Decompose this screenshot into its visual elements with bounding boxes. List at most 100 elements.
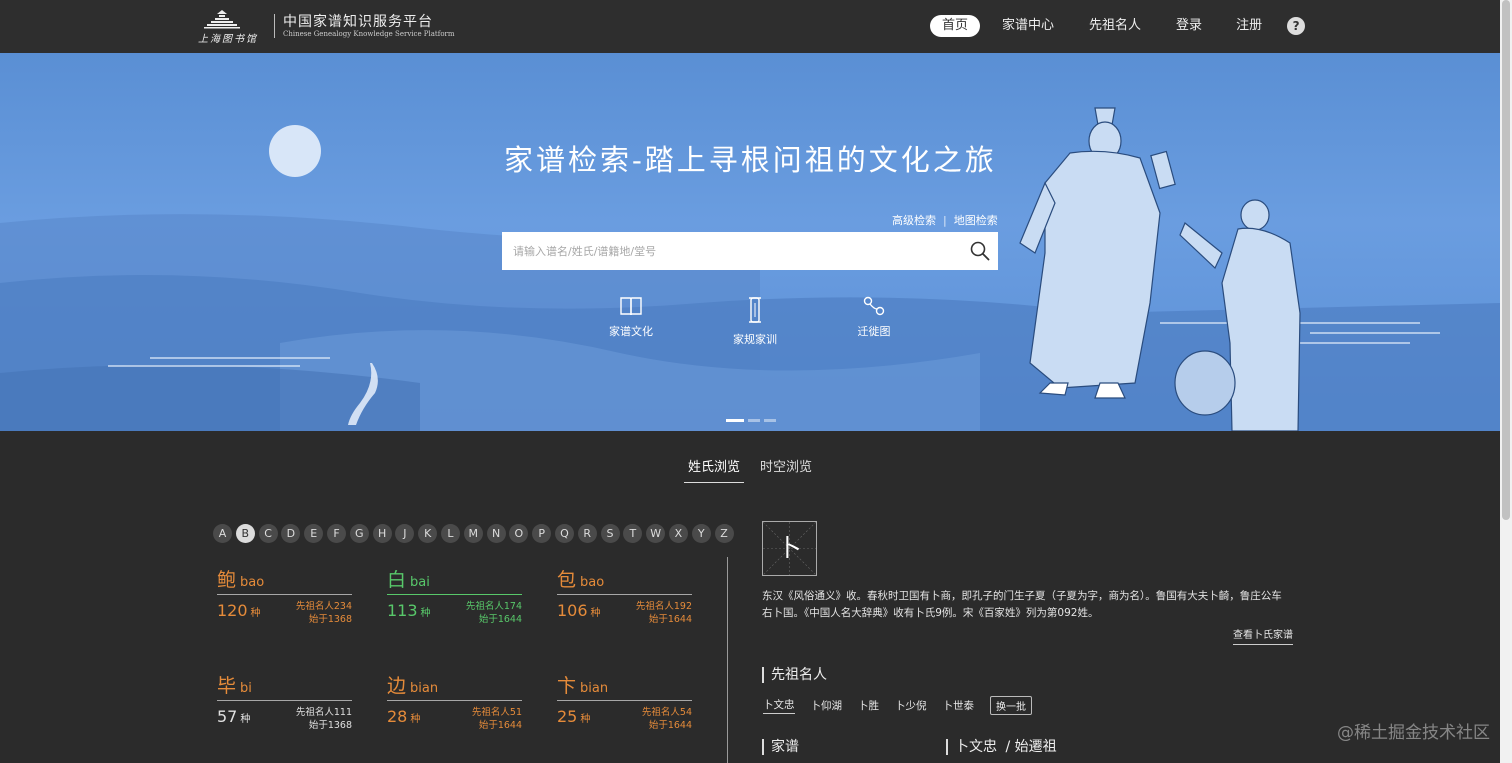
book-icon	[620, 297, 642, 316]
card-header: 毕 bi	[217, 673, 352, 701]
count-unit: 种	[420, 608, 431, 619]
surname-pinyin: bian	[410, 681, 439, 696]
letter-filter-y[interactable]: Y	[691, 524, 711, 543]
carousel-dot[interactable]	[764, 419, 776, 422]
ancestor-link[interactable]: 卜文忠	[763, 697, 795, 714]
count-unit: 种	[590, 608, 601, 619]
surname-char: 包	[557, 569, 577, 591]
surname-card-bian-2[interactable]: 卞 bian 25 种 先祖名人54 始于1644	[557, 673, 692, 735]
letter-filter-r[interactable]: R	[577, 524, 597, 543]
view-genealogy-link[interactable]: 查看卜氏家谱	[1233, 626, 1293, 645]
letter-filter-m[interactable]: M	[463, 524, 483, 543]
quick-link-label: 家谱文化	[609, 325, 653, 338]
carousel-dot[interactable]	[748, 419, 760, 422]
card-header: 边 bian	[387, 673, 522, 701]
surname-glyph: 卜	[777, 534, 802, 562]
scrollbar-thumb[interactable]	[1502, 0, 1510, 520]
letter-filter-e[interactable]: E	[304, 524, 324, 543]
link-separator: |	[943, 214, 947, 227]
surname-card-bi[interactable]: 毕 bi 57 种 先祖名人111 始于1368	[217, 673, 352, 735]
search-icon[interactable]	[970, 241, 990, 261]
surname-pinyin: bao	[580, 575, 605, 590]
letter-filter-n[interactable]: N	[486, 524, 506, 543]
map-search-link[interactable]: 地图检索	[954, 214, 998, 227]
letter-filter-d[interactable]: D	[281, 524, 301, 543]
surname-card-bai[interactable]: 白 bai 113 种 先祖名人174 始于1644	[387, 567, 522, 629]
tab-surname-browse[interactable]: 姓氏浏览	[684, 456, 745, 483]
surname-char: 毕	[217, 675, 237, 697]
ancestor-link[interactable]: 卜仰湖	[811, 698, 843, 713]
since-year: 始于1644	[478, 614, 522, 625]
since-year: 始于1644	[478, 720, 522, 731]
search-links: 高级检索 | 地图检索	[892, 212, 998, 228]
hero-banner: 家谱检索-踏上寻根问祖的文化之旅 高级检索|地图检索 家谱文化 家规家训 迁徙	[0, 53, 1500, 431]
letter-filter-c[interactable]: C	[258, 524, 278, 543]
genealogy-section-title: 家谱	[762, 739, 799, 755]
count-unit: 种	[580, 714, 591, 725]
ancestor-link[interactable]: 卜胜	[858, 698, 879, 713]
page-scrollbar[interactable]	[1500, 0, 1512, 763]
card-header: 卞 bian	[557, 673, 692, 701]
quick-link-genealogy-culture[interactable]: 家谱文化	[596, 295, 666, 339]
surname-card-bao-2[interactable]: 包 bao 106 种 先祖名人192 始于1644	[557, 567, 692, 629]
carousel-dot[interactable]	[726, 419, 744, 422]
tab-timespace-browse[interactable]: 时空浏览	[756, 456, 816, 483]
letter-filter-j[interactable]: J	[395, 524, 415, 543]
surname-pinyin: bian	[580, 681, 609, 696]
nav-genealogy-center[interactable]: 家谱中心	[1002, 15, 1054, 37]
ancestor-link[interactable]: 卜世泰	[943, 698, 975, 713]
letter-filter-q[interactable]: Q	[554, 524, 574, 543]
famous-count: 先祖名人192	[635, 601, 692, 612]
quick-link-family-rules[interactable]: 家规家训	[720, 295, 790, 347]
letter-filter-x[interactable]: X	[668, 524, 688, 543]
letter-filter-h[interactable]: H	[372, 524, 392, 543]
browse-tabs: 姓氏浏览 时空浏览	[684, 456, 828, 483]
surname-glyph-box: 卜	[762, 521, 817, 576]
watermark: @稀土掘金技术社区	[1337, 723, 1490, 743]
letter-filter-k[interactable]: K	[418, 524, 438, 543]
letter-filter-s[interactable]: S	[600, 524, 620, 543]
nav-ancestors[interactable]: 先祖名人	[1089, 15, 1141, 37]
search-input[interactable]	[502, 232, 962, 270]
surname-description: 东汉《风俗通义》收。春秋时卫国有卜商，即孔子的门生子夏（子夏为字，商为名）。鲁国…	[762, 590, 1282, 619]
help-icon[interactable]: ?	[1287, 17, 1306, 35]
surname-char: 边	[387, 675, 407, 697]
refresh-batch-button[interactable]: 换一批	[990, 696, 1032, 715]
platform-name: 中国家谱知识服务平台	[283, 13, 433, 30]
nav-login[interactable]: 登录	[1176, 15, 1202, 37]
surname-card-bao[interactable]: 鲍 bao 120 种 先祖名人234 始于1368	[217, 567, 352, 629]
quick-link-migration-map[interactable]: 迁徙图	[839, 295, 909, 339]
letter-filter-l[interactable]: L	[440, 524, 460, 543]
alphabet-filter: ABCDEFGHJKLMNOPQRSTWXYZ	[213, 524, 737, 543]
letter-filter-t[interactable]: T	[623, 524, 643, 543]
main-nav: 首页 家谱中心 先祖名人 登录 注册 ?	[930, 15, 1306, 37]
search-box	[502, 232, 998, 270]
letter-filter-p[interactable]: P	[532, 524, 552, 543]
surname-card-bian[interactable]: 边 bian 28 种 先祖名人51 始于1644	[387, 673, 522, 735]
famous-count: 先祖名人51	[471, 707, 522, 718]
advanced-search-link[interactable]: 高级检索	[892, 214, 936, 227]
surname-pinyin: bi	[240, 681, 252, 696]
letter-filter-b[interactable]: B	[235, 524, 255, 543]
count-value: 28	[387, 707, 408, 726]
card-header: 白 bai	[387, 567, 522, 595]
famous-count: 先祖名人174	[465, 601, 522, 612]
count-unit: 种	[250, 608, 261, 619]
letter-filter-a[interactable]: A	[213, 524, 232, 543]
library-name: 上海图书馆	[198, 34, 258, 45]
ancestor-link[interactable]: 卜少倪	[895, 698, 927, 713]
letter-filter-f[interactable]: F	[326, 524, 346, 543]
route-icon	[863, 296, 885, 316]
letter-filter-g[interactable]: G	[349, 524, 369, 543]
letter-filter-o[interactable]: O	[509, 524, 529, 543]
since-year: 始于1368	[308, 614, 352, 625]
founder-section-title: 卜文忠 / 始遷祖	[946, 739, 1057, 755]
surname-char: 卞	[557, 675, 577, 697]
site-logo[interactable]: 上海图书馆 中国家谱知识服务平台 Chinese Genealogy Knowl…	[198, 8, 455, 45]
nav-home[interactable]: 首页	[930, 15, 981, 37]
nav-register[interactable]: 注册	[1236, 15, 1262, 37]
hero-title: 家谱检索-踏上寻根问祖的文化之旅	[504, 143, 997, 177]
founder-suffix: / 始遷祖	[1005, 739, 1057, 755]
letter-filter-w[interactable]: W	[646, 524, 666, 543]
letter-filter-z[interactable]: Z	[714, 524, 734, 543]
